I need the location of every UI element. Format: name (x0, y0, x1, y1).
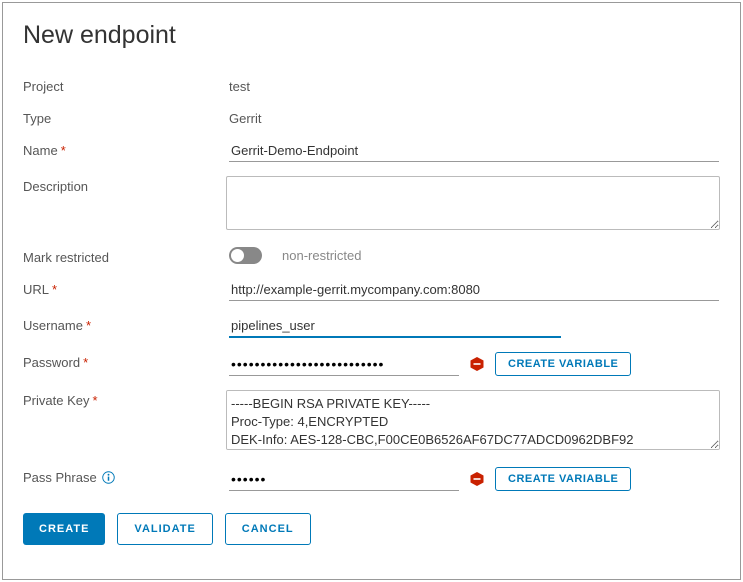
cancel-button[interactable]: CANCEL (225, 513, 311, 545)
error-badge-icon (469, 356, 485, 372)
name-label: Name* (23, 140, 229, 158)
mark-restricted-label: Mark restricted (23, 247, 229, 265)
password-input[interactable] (229, 353, 459, 376)
username-input[interactable] (229, 315, 561, 338)
create-variable-button-password[interactable]: CREATE VARIABLE (495, 352, 631, 376)
create-variable-button-passphrase[interactable]: CREATE VARIABLE (495, 467, 631, 491)
description-label: Description (23, 176, 226, 194)
password-label: Password* (23, 352, 229, 370)
type-value: Gerrit (229, 108, 720, 126)
action-bar: CREATE VALIDATE CANCEL (23, 513, 720, 545)
type-label: Type (23, 108, 229, 126)
page-title: New endpoint (23, 21, 720, 50)
pass-phrase-label: Pass Phrase (23, 467, 229, 485)
url-label: URL* (23, 279, 229, 297)
name-input[interactable] (229, 140, 719, 162)
url-input[interactable] (229, 279, 719, 301)
restricted-state-label: non-restricted (282, 248, 361, 263)
project-value: test (229, 76, 720, 94)
validate-button[interactable]: VALIDATE (117, 513, 212, 545)
description-textarea[interactable] (226, 176, 720, 230)
private-key-textarea[interactable]: -----BEGIN RSA PRIVATE KEY----- Proc-Typ… (226, 390, 720, 450)
new-endpoint-panel: New endpoint Project test Type Gerrit Na… (2, 2, 741, 580)
private-key-label: Private Key* (23, 390, 226, 408)
error-badge-icon (469, 471, 485, 487)
create-button[interactable]: CREATE (23, 513, 105, 545)
info-icon[interactable] (102, 471, 115, 484)
pass-phrase-input[interactable] (229, 468, 459, 491)
project-label: Project (23, 76, 229, 94)
restricted-toggle[interactable] (229, 247, 262, 264)
username-label: Username* (23, 315, 229, 333)
